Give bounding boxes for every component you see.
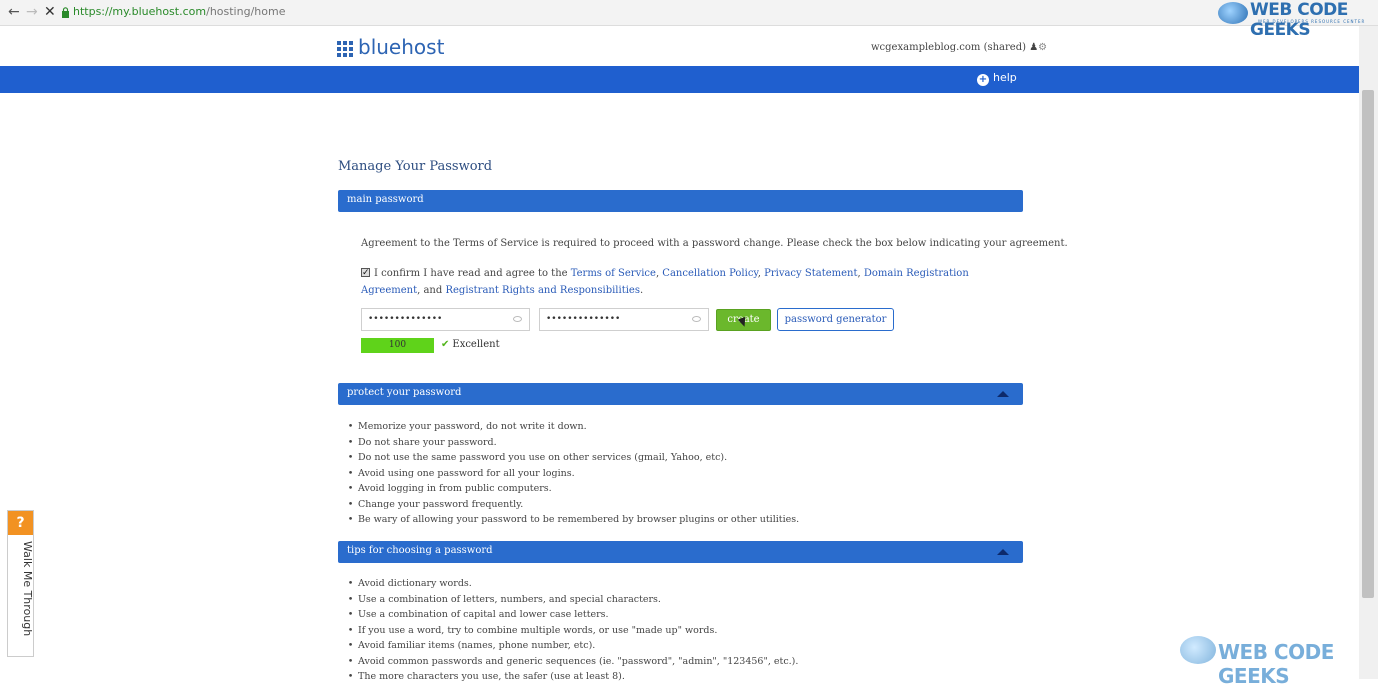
browser-toolbar: ← → ✕ https://my.bluehost.com/hosting/ho… [0,0,1378,26]
page-scrollbar[interactable] [1359,26,1378,679]
account-menu[interactable]: wcgexampleblog.com (shared) ♟⚙ [871,42,1047,53]
user-icon[interactable]: ♟ [1029,42,1038,53]
forward-arrow-icon[interactable]: → [26,4,38,20]
strength-rating: ✔ Excellent [441,339,500,350]
eye-icon[interactable] [513,316,522,322]
list-item: Do not share your password. [343,435,1013,451]
strength-label: Excellent [452,339,500,350]
list-item: Use a combination of letters, numbers, a… [343,592,1013,608]
list-item: Do not use the same password you use on … [343,450,1013,466]
globe-icon [1180,636,1216,664]
watermark-logo-bottom: WEB CODE GEEKS [1180,628,1360,688]
terms-of-service-link[interactable]: Terms of Service [571,268,656,279]
lock-icon [62,7,69,18]
new-password-input[interactable]: •••••••••••••• [361,308,530,331]
watermark-logo: WEB CODE GEEKS WEB DEVELOPERS RESOURCE C… [1218,0,1368,40]
protect-password-header[interactable]: protect your password [338,383,1023,405]
list-item: Avoid familiar items (names, phone numbe… [343,638,1013,654]
logo-text: bluehost [358,35,445,59]
help-icon: + [977,74,989,86]
account-domain: wcgexampleblog.com (shared) [871,42,1026,53]
choosing-tips-header[interactable]: tips for choosing a password [338,541,1023,563]
confirm-suffix: . [639,285,644,296]
section-label: tips for choosing a password [347,545,493,556]
close-icon[interactable]: ✕ [44,4,56,20]
back-arrow-icon[interactable]: ← [8,4,20,20]
list-item: Avoid common passwords and generic seque… [343,654,1013,670]
agree-checkbox[interactable] [361,265,370,282]
checkmark-icon: ✔ [441,339,450,350]
confirm-and: , and [417,285,443,296]
password-value: •••••••••••••• [368,314,443,324]
help-link[interactable]: + help [977,71,1017,86]
cancellation-policy-link[interactable]: Cancellation Policy [662,268,757,279]
gear-icon[interactable]: ⚙ [1038,42,1047,53]
walk-me-through-label: Walk Me Through [21,541,34,637]
address-bar[interactable]: https://my.bluehost.com/hosting/home [73,5,285,18]
question-icon: ? [8,511,33,535]
url-path: /hosting/home [206,5,286,18]
main-password-header: main password [338,190,1023,212]
collapse-arrow-icon[interactable] [997,549,1009,555]
confirm-password-input[interactable]: •••••••••••••• [539,308,709,331]
choosing-tips-list: Avoid dictionary words.Use a combination… [343,576,1013,685]
watermark-text: WEB CODE GEEKS [1218,640,1334,688]
collapse-arrow-icon[interactable] [997,391,1009,397]
list-item: Avoid dictionary words. [343,576,1013,592]
list-item: The more characters you use, the safer (… [343,669,1013,685]
strength-meter: 100 [361,338,434,353]
scrollbar-thumb[interactable] [1362,90,1374,598]
url-host: https://my.bluehost.com [73,5,207,18]
terms-confirmation: I confirm I have read and agree to the T… [361,265,1021,299]
list-item: Be wary of allowing your password to be … [343,512,1013,528]
confirm-password-value: •••••••••••••• [546,314,621,324]
list-item: Use a combination of capital and lower c… [343,607,1013,623]
list-item: Avoid logging in from public computers. [343,481,1013,497]
section-label: protect your password [347,387,462,398]
list-item: If you use a word, try to combine multip… [343,623,1013,639]
watermark-subtext: WEB DEVELOPERS RESOURCE CENTER [1258,19,1366,24]
registrant-rights-link[interactable]: Registrant Rights and Responsibilities [445,285,640,296]
section-label: main password [347,194,424,205]
privacy-statement-link[interactable]: Privacy Statement [764,268,857,279]
page-title: Manage Your Password [338,159,493,174]
nav-bar [0,66,1359,93]
protect-tips-list: Memorize your password, do not write it … [343,419,1013,528]
help-label: help [993,71,1017,84]
eye-icon[interactable] [692,316,701,322]
list-item: Change your password frequently. [343,497,1013,513]
globe-icon [1218,2,1248,24]
walk-me-through-tab[interactable]: ? Walk Me Through [7,510,34,657]
list-item: Avoid using one password for all your lo… [343,466,1013,482]
agreement-text: Agreement to the Terms of Service is req… [361,238,1068,249]
grid-logo-icon [337,41,353,57]
password-generator-button[interactable]: password generator [777,308,894,331]
list-item: Memorize your password, do not write it … [343,419,1013,435]
confirm-prefix: I confirm I have read and agree to the [374,268,571,279]
